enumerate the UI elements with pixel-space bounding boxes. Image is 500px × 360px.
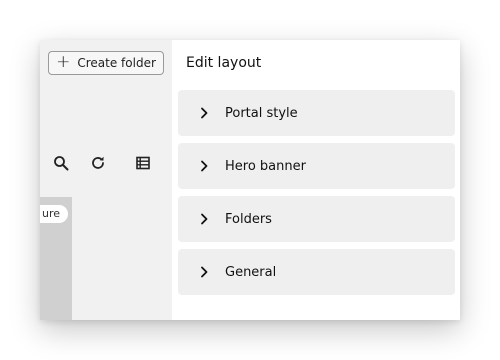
page: + Create folder ure Edit layout Portal s… — [0, 0, 500, 360]
section-hero-banner[interactable]: Hero banner — [178, 143, 455, 189]
section-portal-style[interactable]: Portal style — [178, 90, 455, 136]
folder-panel: + Create folder ure — [40, 40, 173, 320]
section-label: General — [225, 264, 277, 280]
list-view-icon[interactable] — [134, 154, 152, 172]
card-label-pill: ure — [40, 205, 69, 223]
refresh-icon[interactable] — [89, 154, 107, 172]
panel-title: Edit layout — [186, 55, 262, 71]
section-folders[interactable]: Folders — [178, 196, 455, 242]
section-label: Portal style — [225, 105, 298, 121]
section-label: Hero banner — [225, 158, 306, 174]
edit-layout-panel: Edit layout Portal style Hero banner Fol… — [172, 40, 460, 320]
search-icon[interactable] — [52, 154, 70, 172]
section-label: Folders — [225, 211, 272, 227]
create-folder-label: Create folder — [77, 56, 156, 70]
chevron-right-icon — [197, 266, 211, 278]
section-general[interactable]: General — [178, 249, 455, 295]
chevron-right-icon — [197, 160, 211, 172]
app-window: + Create folder ure Edit layout Portal s… — [40, 40, 460, 320]
create-folder-button[interactable]: + Create folder — [48, 51, 164, 75]
chevron-right-icon — [197, 107, 211, 119]
chevron-right-icon — [197, 213, 211, 225]
plus-icon: + — [56, 51, 71, 72]
